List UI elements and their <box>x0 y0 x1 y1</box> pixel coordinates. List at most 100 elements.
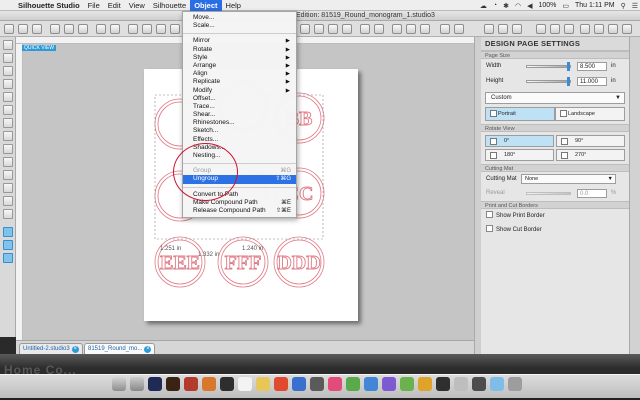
page-settings-icon[interactable] <box>440 24 450 34</box>
modify-icon[interactable] <box>622 24 632 34</box>
close-tab-icon[interactable]: × <box>71 346 79 353</box>
menu-item-scale[interactable]: Scale... <box>183 22 296 30</box>
menu-item-shear[interactable]: Shear... <box>183 111 296 119</box>
itunes-icon[interactable] <box>328 377 342 391</box>
knife-tool-icon[interactable] <box>3 196 13 206</box>
panel-scrollbar[interactable] <box>629 37 640 354</box>
delete-icon[interactable] <box>342 24 352 34</box>
menu-item-move[interactable]: Move... <box>183 14 296 22</box>
wifi-icon[interactable]: ◠ <box>515 2 521 10</box>
menu-item-arrange[interactable]: Arrange ▶ <box>183 62 296 70</box>
mail-icon[interactable] <box>364 377 378 391</box>
cut-icon[interactable] <box>50 24 60 34</box>
menu-item-offset[interactable]: Offset... <box>183 95 296 103</box>
menu-app-name[interactable]: Silhouette Studio <box>14 0 84 11</box>
close-tab-icon[interactable]: × <box>144 346 152 353</box>
tab-untitled-2[interactable]: Untitled-2.studio3 × <box>19 343 83 354</box>
firefox-icon[interactable] <box>202 377 216 391</box>
redo-icon[interactable] <box>110 24 120 34</box>
zoom-in-icon[interactable] <box>128 24 138 34</box>
menu-item-style[interactable]: Style ▶ <box>183 54 296 62</box>
trace-icon[interactable] <box>420 24 430 34</box>
send-to-silhouette-icon[interactable] <box>512 24 522 34</box>
freehand-tool-icon[interactable] <box>3 144 13 154</box>
battery-level[interactable]: 100% <box>538 2 556 9</box>
save-icon[interactable] <box>32 24 42 34</box>
ellipse-tool-icon[interactable] <box>3 92 13 102</box>
zoom-fit-icon[interactable] <box>156 24 166 34</box>
undo-icon[interactable] <box>96 24 106 34</box>
menu-file[interactable]: File <box>84 0 104 11</box>
height-field[interactable]: 11.000 <box>577 77 607 86</box>
finder-icon[interactable] <box>112 377 126 391</box>
menu-item-replicate[interactable]: Replicate ▶ <box>183 78 296 86</box>
library-icon[interactable] <box>484 24 494 34</box>
folder-icon[interactable] <box>490 377 504 391</box>
terminal-icon[interactable] <box>436 377 450 391</box>
menu-item-modify[interactable]: Modify ▶ <box>183 87 296 95</box>
portrait-option[interactable]: Portrait <box>485 107 555 121</box>
menu-item-release-compound-path[interactable]: Release Compound Path ⇧⌘E <box>183 207 296 215</box>
width-field[interactable]: 8.500 <box>577 62 607 71</box>
clock[interactable]: Thu 1:11 PM <box>575 2 615 9</box>
landscape-option[interactable]: Landscape <box>555 107 625 121</box>
stickies-icon[interactable] <box>256 377 270 391</box>
calendar-icon[interactable] <box>274 377 288 391</box>
arc-tool-icon[interactable] <box>3 131 13 141</box>
show-print-border-row[interactable]: Show Print Border <box>481 209 629 223</box>
hand-tool-icon[interactable] <box>170 24 180 34</box>
smooth-freehand-icon[interactable] <box>3 157 13 167</box>
polygon-tool-icon[interactable] <box>3 105 13 115</box>
send-backward-icon[interactable] <box>374 24 384 34</box>
app-icon[interactable] <box>130 377 144 391</box>
line-style-icon[interactable] <box>564 24 574 34</box>
eraser-tool-icon[interactable] <box>3 183 13 193</box>
system-icon[interactable] <box>310 377 324 391</box>
width-slider-knob[interactable] <box>567 62 570 71</box>
bring-forward-icon[interactable] <box>360 24 370 34</box>
quick-view-button[interactable]: QUICK VIEW <box>22 45 57 51</box>
text-tool-icon[interactable] <box>3 170 13 180</box>
menu-item-align[interactable]: Align ▶ <box>183 70 296 78</box>
menu-edit[interactable]: Edit <box>104 0 125 11</box>
photoshop-icon[interactable] <box>148 377 162 391</box>
menu-object[interactable]: Object <box>190 0 222 11</box>
rotate-90-option[interactable]: 90° <box>556 135 625 147</box>
rotate-0-option[interactable]: 0° <box>485 135 554 147</box>
menu-item-sketch[interactable]: Sketch... <box>183 127 296 135</box>
silhouette-studio-icon[interactable] <box>472 377 486 391</box>
app-icon-2[interactable] <box>418 377 432 391</box>
menu-item-rhinestones[interactable]: Rhinestones... <box>183 119 296 127</box>
replicate-icon[interactable] <box>608 24 618 34</box>
line-color-icon[interactable] <box>550 24 560 34</box>
menu-item-rotate[interactable]: Rotate ▶ <box>183 46 296 54</box>
height-slider[interactable] <box>526 77 571 86</box>
menu-item-trace[interactable]: Trace... <box>183 103 296 111</box>
utorrent-icon[interactable] <box>400 377 414 391</box>
illustrator-icon[interactable] <box>166 377 180 391</box>
show-cut-border-checkbox[interactable] <box>486 225 493 232</box>
curve-tool-icon[interactable] <box>3 118 13 128</box>
volume-icon[interactable]: ◀ <box>527 2 532 10</box>
rotate-270-option[interactable]: 270° <box>556 149 625 161</box>
width-slider[interactable] <box>526 62 571 71</box>
cut-settings-icon[interactable] <box>454 24 464 34</box>
page-size-dropdown[interactable]: Custom ▼ <box>485 92 625 104</box>
cutting-mat-dropdown[interactable]: None ▼ <box>521 174 616 184</box>
paste-icon[interactable] <box>78 24 88 34</box>
duplicate-icon[interactable] <box>328 24 338 34</box>
ungroup-icon[interactable] <box>314 24 324 34</box>
preview-icon[interactable] <box>454 377 468 391</box>
transform-icon[interactable] <box>594 24 604 34</box>
new-document-icon[interactable] <box>4 24 14 34</box>
menu-view[interactable]: View <box>125 0 149 11</box>
select-tool-icon[interactable] <box>3 40 13 50</box>
offset-icon[interactable] <box>406 24 416 34</box>
show-print-border-checkbox[interactable] <box>486 211 493 218</box>
tab-round-monogram[interactable]: 81519_Round_mo... × <box>84 343 156 354</box>
rectangle-tool-icon[interactable] <box>3 79 13 89</box>
menu-item-mirror[interactable]: Mirror ▶ <box>183 37 296 45</box>
line-tool-icon[interactable] <box>3 66 13 76</box>
text-style-icon[interactable] <box>580 24 590 34</box>
zoom-out-icon[interactable] <box>142 24 152 34</box>
